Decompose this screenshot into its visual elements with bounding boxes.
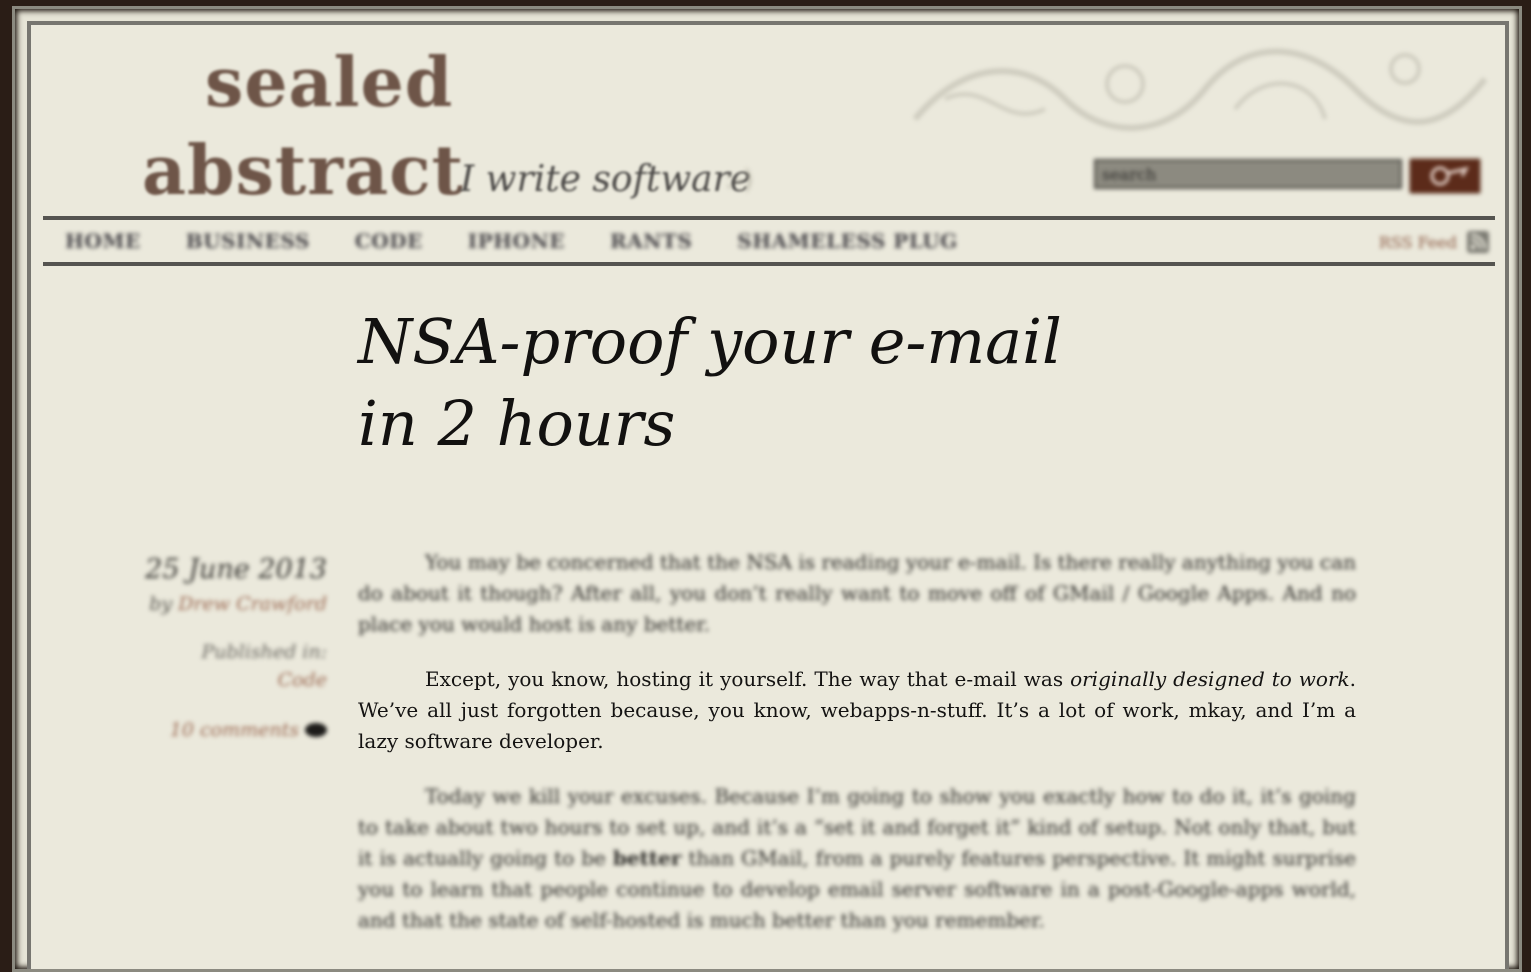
p2-text-start: Except, you know, hosting it yourself. T… — [425, 667, 1071, 691]
comments-link[interactable]: 10 comments — [115, 719, 327, 741]
published-in-label: Published in: — [201, 641, 328, 663]
site-logo-line1[interactable]: sealed — [205, 49, 453, 117]
main-nav: HOME BUSINESS CODE IPHONE RANTS SHAMELES… — [65, 229, 1003, 253]
post-title: NSA-proof your e-mail in 2 hours — [358, 305, 1062, 460]
rss-feed-link[interactable]: RSS Feed — [1379, 231, 1489, 253]
header-ornament — [912, 48, 1488, 131]
author-link[interactable]: Drew Crawford — [178, 593, 327, 615]
p3-strong: better — [612, 846, 682, 870]
nav-item-home[interactable]: HOME — [65, 229, 141, 253]
nav-item-iphone[interactable]: IPHONE — [468, 229, 565, 253]
p2-emphasis: originally designed to work — [1070, 667, 1350, 691]
post-paragraph-1: You may be concerned that the NSA is rea… — [358, 550, 1356, 636]
nav-rule-bottom — [43, 262, 1495, 266]
rss-icon[interactable] — [1467, 231, 1489, 253]
comments-count[interactable]: 10 comments — [170, 719, 299, 741]
post-paragraph-2: Except, you know, hosting it yourself. T… — [358, 664, 1356, 757]
nav-item-rants[interactable]: RANTS — [610, 229, 692, 253]
page-frame: sealed abstract I write software :-) HOM… — [12, 6, 1522, 972]
tagline-glyph: :-) — [725, 165, 754, 195]
post-date: 25 June 2013 — [145, 554, 327, 585]
speech-bubble-icon — [305, 723, 327, 737]
nav-item-business[interactable]: BUSINESS — [186, 229, 310, 253]
search-button[interactable] — [1410, 159, 1480, 193]
site-tagline: I write software — [460, 159, 752, 200]
nav-item-shameless-plug[interactable]: SHAMELESS PLUG — [737, 229, 958, 253]
post-meta: 25 June 2013 by Drew Crawford Published … — [115, 554, 327, 741]
post-byline: by Drew Crawford — [115, 593, 327, 615]
category-link[interactable]: Code — [115, 669, 327, 691]
byline-prefix: by — [149, 593, 173, 615]
post-paragraph-3: Today we kill your excuses. Because I’m … — [358, 781, 1356, 936]
site-logo-line2[interactable]: abstract — [142, 137, 464, 205]
search-arrow-icon — [1430, 166, 1469, 186]
rss-label[interactable]: RSS Feed — [1379, 233, 1457, 252]
search-input[interactable] — [1094, 159, 1402, 189]
nav-rule-top — [43, 216, 1495, 220]
nav-item-code[interactable]: CODE — [355, 229, 423, 253]
search-bar — [1094, 159, 1482, 193]
